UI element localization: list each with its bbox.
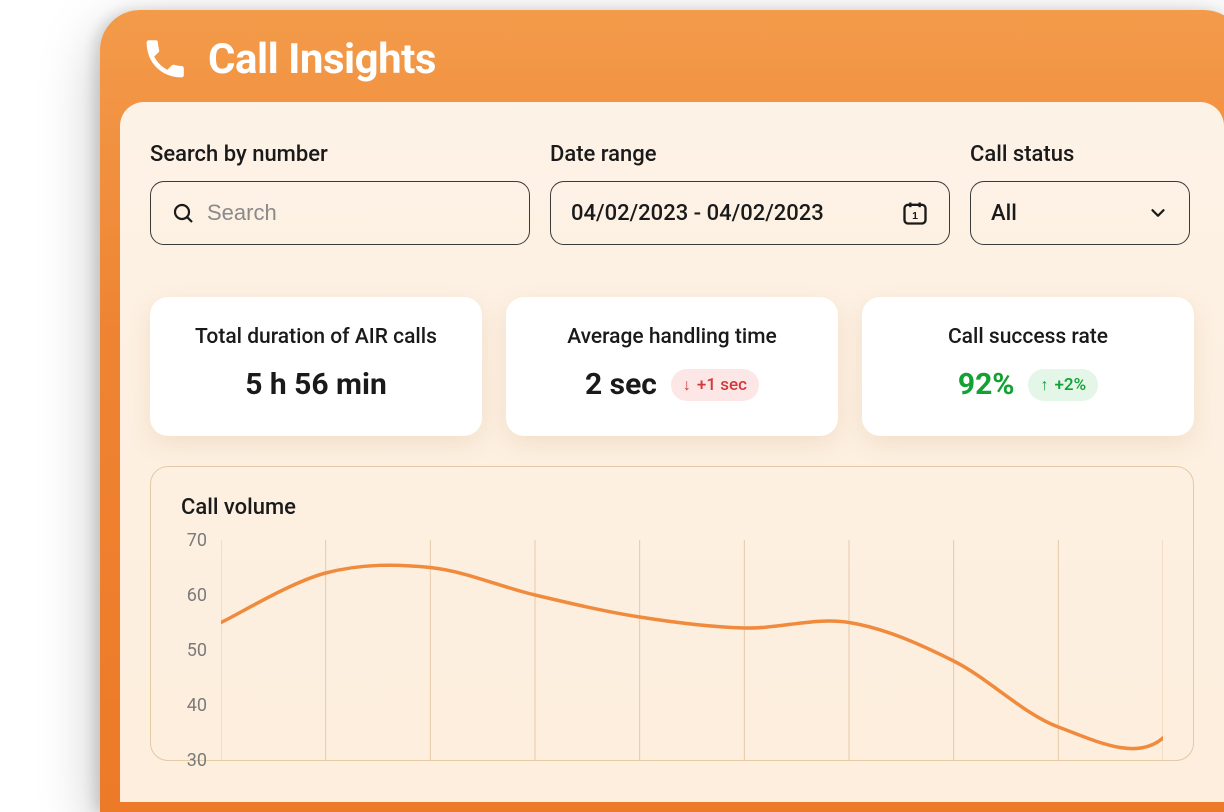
chart-title: Call volume bbox=[181, 495, 1163, 520]
daterange-input[interactable]: 04/02/2023 - 04/02/2023 1 bbox=[550, 181, 950, 245]
content-panel: Search by number Date range 04/02/2023 -… bbox=[120, 102, 1224, 802]
chevron-down-icon bbox=[1147, 202, 1169, 224]
search-label: Search by number bbox=[150, 142, 530, 167]
y-axis: 7060504030 bbox=[181, 540, 221, 760]
calendar-icon: 1 bbox=[901, 199, 929, 227]
search-input[interactable] bbox=[207, 200, 509, 226]
kpi-value: 2 sec bbox=[585, 367, 657, 402]
kpi-avg-handling-time: Average handling time 2 sec ↓ +1 sec bbox=[506, 297, 838, 436]
page-title: Call Insights bbox=[208, 35, 436, 84]
svg-text:1: 1 bbox=[912, 210, 918, 222]
search-icon bbox=[171, 201, 195, 225]
call-volume-chart-card: Call volume 7060504030 bbox=[150, 466, 1194, 761]
search-filter-group: Search by number bbox=[150, 142, 530, 245]
daterange-value: 04/02/2023 - 04/02/2023 bbox=[571, 201, 889, 226]
kpi-total-duration: Total duration of AIR calls 5 h 56 min bbox=[150, 297, 482, 436]
arrow-down-icon: ↓ bbox=[683, 377, 691, 393]
chart-area: 7060504030 bbox=[181, 540, 1163, 760]
app-window: Call Insights Search by number Date rang… bbox=[100, 10, 1224, 812]
kpi-title: Call success rate bbox=[886, 325, 1170, 349]
plot bbox=[221, 540, 1163, 760]
kpi-value: 5 h 56 min bbox=[245, 367, 387, 402]
status-filter-group: Call status All bbox=[970, 142, 1190, 245]
daterange-label: Date range bbox=[550, 142, 950, 167]
search-input-wrap[interactable] bbox=[150, 181, 530, 245]
kpi-title: Total duration of AIR calls bbox=[174, 325, 458, 349]
delta-badge: ↓ +1 sec bbox=[671, 369, 759, 401]
phone-icon bbox=[140, 34, 190, 84]
titlebar: Call Insights bbox=[100, 10, 1224, 102]
delta-badge: ↑ +2% bbox=[1028, 369, 1098, 401]
arrow-up-icon: ↑ bbox=[1040, 377, 1048, 393]
kpi-value: 92% bbox=[958, 367, 1015, 402]
status-label: Call status bbox=[970, 142, 1190, 167]
daterange-filter-group: Date range 04/02/2023 - 04/02/2023 1 bbox=[550, 142, 950, 245]
kpi-success-rate: Call success rate 92% ↑ +2% bbox=[862, 297, 1194, 436]
delta-text: +1 sec bbox=[697, 375, 747, 395]
status-select[interactable]: All bbox=[970, 181, 1190, 245]
filters-bar: Search by number Date range 04/02/2023 -… bbox=[120, 102, 1224, 285]
status-value: All bbox=[991, 201, 1135, 226]
kpi-title: Average handling time bbox=[530, 325, 814, 349]
delta-text: +2% bbox=[1054, 375, 1086, 395]
kpi-row: Total duration of AIR calls 5 h 56 min A… bbox=[120, 297, 1224, 466]
